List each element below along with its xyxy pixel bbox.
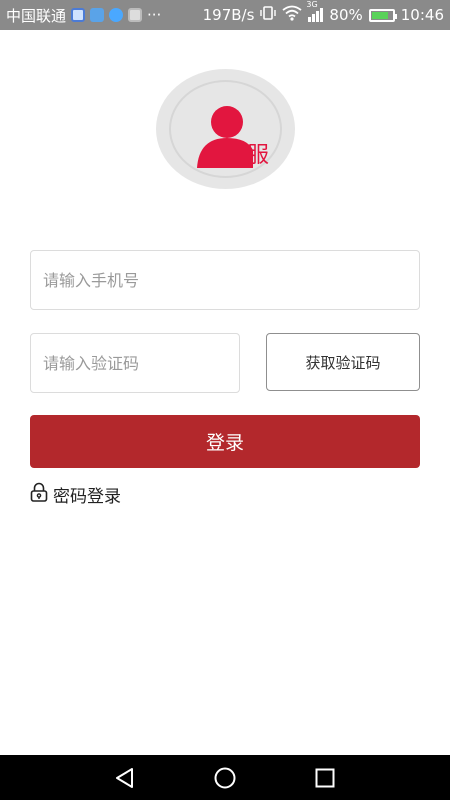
home-button[interactable] [210,763,240,793]
usb-icon [90,8,105,22]
recent-square-icon [315,768,335,787]
carrier-label: 中国联通 [6,6,67,25]
verification-code-input[interactable] [31,334,239,392]
battery-fill [371,11,388,19]
phone-input[interactable] [31,251,419,309]
password-login-link[interactable]: 密码登录 [30,482,121,507]
status-bar-right: 197B/s 3G 80% 10:46 [202,0,444,25]
login-button[interactable]: 登录 [30,415,420,468]
password-login-label: 密码登录 [53,486,121,507]
navigation-bar [0,755,450,800]
more-notifications-icon: ··· [147,6,162,24]
avatar-badge-text: 服 [247,143,269,168]
vibrate-icon [260,5,277,25]
home-circle-icon [214,767,236,788]
network-type-label: 3G [306,0,318,9]
message-icon [109,8,124,22]
phone-field [30,250,420,310]
notification-app-icon [71,8,86,22]
code-field [30,333,240,393]
cellular-signal-icon: 3G [306,0,324,22]
clock: 10:46 [400,6,444,24]
lock-icon [30,482,48,507]
status-bar: 中国联通 ··· 197B/s 3G 80% 10:46 [0,0,450,30]
status-bar-left: 中国联通 ··· [6,5,161,26]
back-button[interactable] [110,763,140,793]
get-code-button[interactable]: 获取验证码 [266,333,420,391]
battery-percent: 80% [329,6,363,24]
service-user-icon: 服 [197,106,269,168]
avatar-inner-ring: 服 [169,80,282,178]
back-triangle-icon [116,767,133,788]
battery-icon [368,8,397,22]
avatar: 服 [156,69,295,189]
wifi-icon [282,5,302,25]
network-speed: 197B/s [202,6,255,24]
recent-apps-button[interactable] [310,763,340,793]
image-icon [128,8,143,22]
